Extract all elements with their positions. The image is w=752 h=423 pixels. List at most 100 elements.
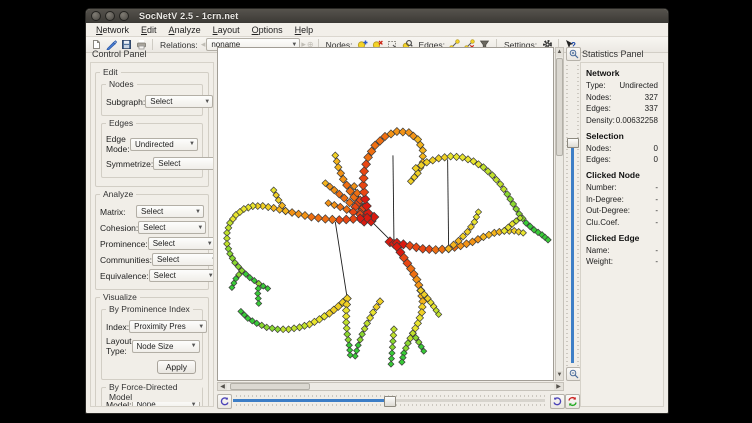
graph-node[interactable] (390, 332, 397, 339)
screen: SocNetV 2.5 - 1crn.net Network Edit Anal… (0, 0, 752, 423)
layout-type-select[interactable]: Node Size▼ (132, 340, 200, 353)
graph-node[interactable] (314, 214, 322, 222)
graph-node[interactable] (333, 158, 340, 165)
vertical-scrollbar-thumb[interactable] (556, 58, 563, 156)
graph-node[interactable] (389, 350, 395, 356)
graph-node[interactable] (388, 356, 394, 362)
stat-value: Undirected (619, 81, 658, 90)
symmetrize-select[interactable]: Select▼ (153, 157, 214, 170)
communities-label: Communities: (100, 255, 152, 265)
edges-group: Edges Edge Mode: Undirected▼ Symmetrize:… (101, 123, 203, 178)
zoom-slider-handle[interactable] (567, 138, 579, 148)
stat-value: 0.00632258 (616, 116, 658, 125)
equivalence-select[interactable]: Select▼ (149, 269, 214, 282)
matrix-select[interactable]: Select▼ (136, 205, 204, 218)
visualize-group: Visualize By Prominence Index Index: Pro… (95, 297, 209, 407)
control-panel-title: Control Panel (92, 49, 147, 59)
graph-node[interactable] (360, 167, 369, 176)
stat-value: - (655, 206, 658, 215)
graph-node[interactable] (295, 210, 303, 218)
network-graph-canvas[interactable] (217, 47, 554, 381)
graph-node[interactable] (301, 212, 309, 220)
rotate-cw-icon (552, 396, 563, 407)
stat-value: 0 (654, 155, 658, 164)
force-directed-group: By Force-Directed Model Model: None▼ App… (101, 387, 203, 407)
menu-edit[interactable]: Edit (135, 24, 163, 36)
index-select[interactable]: Proximity Pres▼ (129, 320, 207, 333)
rotate-ccw-icon (219, 396, 230, 407)
rotation-slider-handle[interactable] (384, 396, 396, 407)
reset-view-button[interactable] (565, 394, 580, 409)
canvas-vertical-scrollbar[interactable]: ▲ ▼ (555, 47, 564, 381)
stat-value: - (655, 218, 658, 227)
scroll-down-icon[interactable]: ▼ (556, 371, 563, 380)
cohesion-select[interactable]: Select▼ (138, 221, 206, 234)
subgraph-value: Select (150, 97, 172, 106)
scroll-up-icon[interactable]: ▲ (556, 48, 563, 57)
graph-node[interactable] (321, 215, 329, 223)
dropdown-arrow-icon: ▼ (204, 99, 210, 105)
layout-type-value: Node Size (137, 342, 174, 351)
zoom-in-button[interactable] (566, 47, 581, 61)
apply-prominence-button[interactable]: Apply (157, 360, 196, 374)
scroll-left-icon[interactable]: ◀ (218, 383, 227, 390)
stat-value: - (655, 257, 658, 266)
graph-node[interactable] (389, 344, 395, 350)
menu-network[interactable]: Network (90, 24, 135, 36)
graph-node[interactable] (344, 331, 351, 338)
graph-node[interactable] (332, 152, 339, 159)
menu-analyze[interactable]: Analyze (163, 24, 207, 36)
zoom-slider[interactable] (565, 62, 580, 366)
menu-options[interactable]: Options (246, 24, 289, 36)
subgraph-select[interactable]: Select ▼ (145, 95, 213, 108)
dropdown-arrow-icon: ▼ (212, 161, 214, 167)
stat-value: - (655, 195, 658, 204)
graph-node[interactable] (345, 336, 352, 343)
menu-help[interactable]: Help (289, 24, 320, 36)
graph-node[interactable] (354, 348, 360, 354)
window-minimize-button[interactable] (105, 11, 115, 21)
graph-node[interactable] (256, 300, 262, 306)
graph-edge (448, 159, 449, 247)
graph-node[interactable] (390, 338, 396, 344)
network-graph (218, 48, 553, 380)
graph-node[interactable] (362, 160, 371, 169)
menu-layout[interactable]: Layout (207, 24, 246, 36)
refresh-icon (567, 396, 578, 407)
graph-node[interactable] (288, 209, 296, 217)
stat-label: Nodes: (586, 144, 611, 153)
rotation-slider[interactable] (233, 394, 545, 407)
prominence-value: Select (153, 239, 175, 248)
graph-node[interactable] (352, 353, 358, 359)
prominence-index-group-title: By Prominence Index (106, 304, 193, 314)
graph-node[interactable] (343, 325, 350, 332)
force-directed-group-title: By Force-Directed Model (106, 382, 202, 402)
zoom-out-button[interactable] (566, 367, 581, 381)
graph-node[interactable] (412, 243, 421, 252)
stat-label: Name: (586, 246, 610, 255)
menubar: Network Edit Analyze Layout Options Help (86, 23, 668, 37)
prominence-select[interactable]: Select▼ (148, 237, 214, 250)
graph-node[interactable] (388, 361, 394, 367)
rotate-left-button[interactable] (217, 394, 232, 409)
graph-node[interactable] (307, 213, 315, 221)
graph-node[interactable] (347, 352, 353, 358)
window-close-button[interactable] (91, 11, 101, 21)
dropdown-arrow-icon: ▼ (191, 402, 197, 408)
rotate-right-button[interactable] (550, 394, 565, 409)
graph-node[interactable] (274, 326, 281, 333)
horizontal-scrollbar-thumb[interactable] (230, 383, 310, 390)
edge-mode-select[interactable]: Undirected▼ (130, 138, 198, 151)
window-maximize-button[interactable] (119, 11, 129, 21)
canvas-horizontal-scrollbar[interactable]: ◀ ▶ (217, 382, 564, 391)
graph-node[interactable] (269, 325, 276, 332)
edit-group: Edit Nodes Subgraph: Select▼ Edges Edge … (95, 72, 209, 187)
graph-node[interactable] (291, 325, 298, 332)
communities-select[interactable]: Select▼ (152, 253, 214, 266)
edit-group-title: Edit (100, 67, 121, 77)
prominence-label: Prominence: (100, 239, 148, 249)
graph-node[interactable] (391, 326, 398, 333)
stat-label: Edges: (586, 104, 611, 113)
scroll-right-icon[interactable]: ▶ (554, 383, 563, 390)
statistics-panel-title: Statistics Panel (582, 49, 644, 59)
